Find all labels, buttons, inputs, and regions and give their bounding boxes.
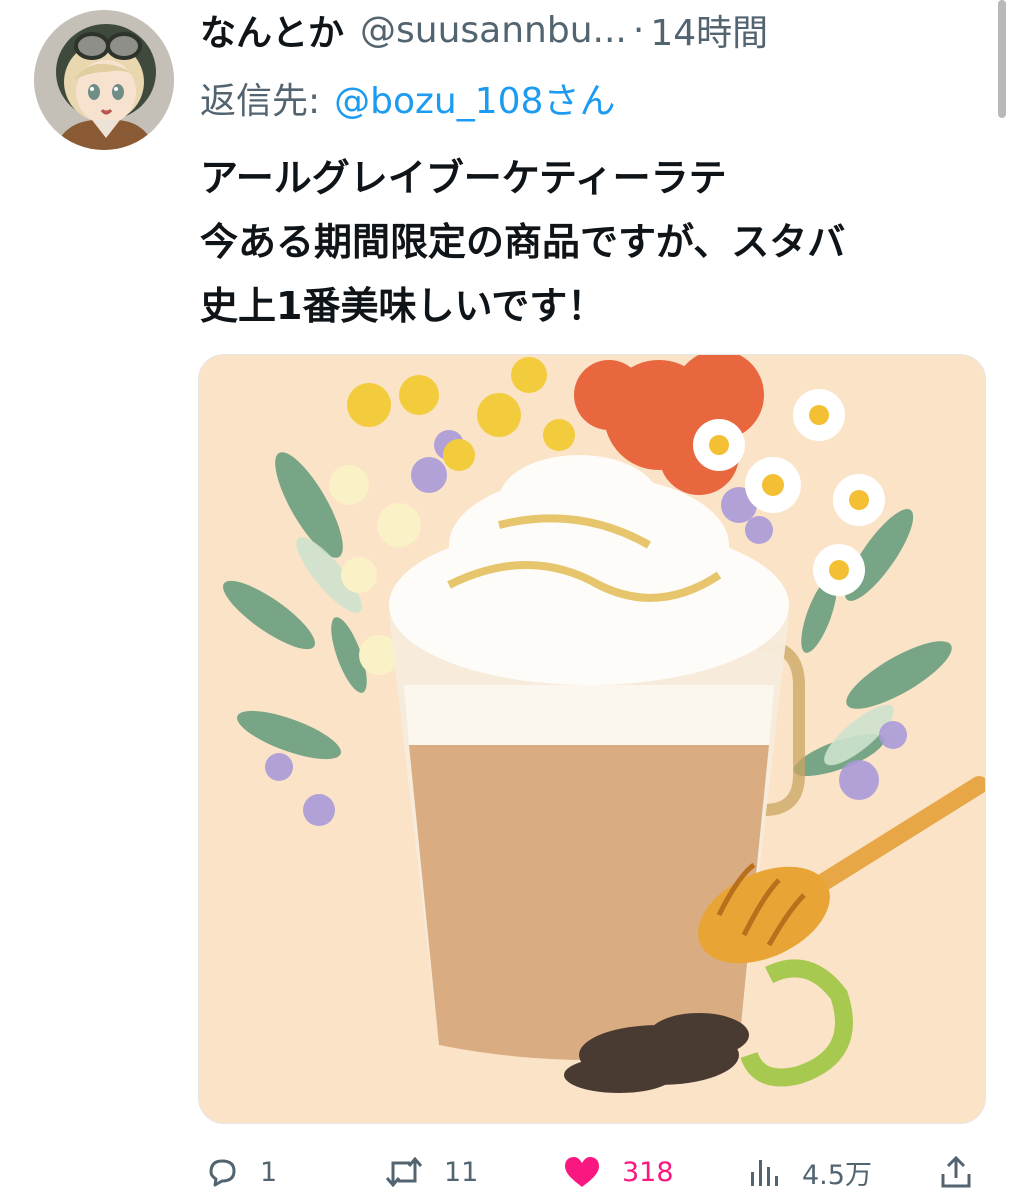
user-handle[interactable]: @suusannbu... (360, 10, 627, 51)
heart-icon (562, 1154, 602, 1190)
tweet-text-line: 史上1番美味しいです！ (200, 284, 606, 328)
tweet-media-image[interactable] (198, 354, 986, 1124)
view-count: 4.5万 (802, 1159, 872, 1191)
tweet-text: アールグレイブーケティーラテ 今ある期間限定の商品ですが、スタバ 史上1番美味し… (200, 146, 990, 338)
views-button[interactable]: 4.5万 (746, 1152, 872, 1192)
reply-context: 返信先: @bozu_108さん (200, 70, 615, 126)
retweet-arrows-icon (384, 1154, 424, 1190)
share-button[interactable] (938, 1152, 974, 1192)
share-upload-icon (938, 1154, 974, 1190)
tweet-text-line: 今ある期間限定の商品ですが、スタバ (200, 220, 846, 264)
tweet-text-line: アールグレイブーケティーラテ (200, 156, 727, 200)
bar-chart-icon (746, 1154, 782, 1190)
reply-target-link[interactable]: @bozu_108さん (334, 72, 615, 124)
reply-label: 返信先: (200, 81, 321, 122)
tweet-header: なんとか @suusannbu... · 14時間 (200, 2, 768, 58)
timestamp[interactable]: 14時間 (650, 4, 768, 56)
avatar[interactable] (34, 10, 174, 150)
speech-bubble-icon (204, 1154, 240, 1190)
reply-count: 1 (260, 1156, 278, 1188)
retweet-button[interactable]: 11 (384, 1152, 478, 1192)
display-name[interactable]: なんとか (200, 4, 344, 56)
like-button[interactable]: 318 (562, 1152, 674, 1192)
like-count: 318 (622, 1156, 674, 1188)
scrollbar[interactable] (998, 0, 1006, 118)
reply-button[interactable]: 1 (204, 1152, 277, 1192)
retweet-count: 11 (444, 1156, 479, 1188)
tweet[interactable]: なんとか @suusannbu... · 14時間 返信先: @bozu_108… (0, 0, 1016, 1200)
separator-dot: · (632, 9, 645, 51)
tweet-actions: 1 11 318 4.5万 (0, 1144, 1016, 1200)
